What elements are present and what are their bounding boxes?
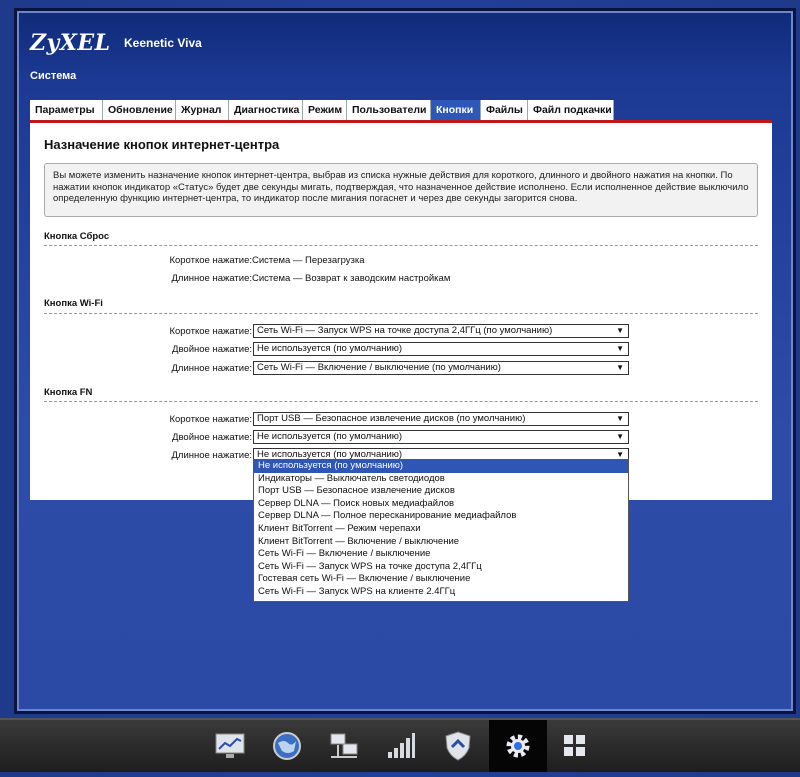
- dropdown-option[interactable]: Сервер DLNA — Поиск новых медиафайлов: [254, 498, 628, 511]
- dropdown-option[interactable]: Клиент BitTorrent — Включение / выключен…: [254, 536, 628, 549]
- fn-group-title: Кнопка FN: [44, 387, 93, 398]
- wifi-short-label: Короткое нажатие:: [169, 326, 252, 337]
- divider: [44, 313, 758, 314]
- globe-icon[interactable]: [271, 730, 303, 762]
- fn-double-select[interactable]: Не используется (по умолчанию) ▼: [253, 430, 629, 444]
- wifi-long-label: Длинное нажатие:: [171, 363, 252, 374]
- dropdown-option[interactable]: Порт USB — Безопасное извлечение дисков: [254, 485, 628, 498]
- wifi-double-select[interactable]: Не используется (по умолчанию) ▼: [253, 342, 629, 356]
- fn-short-select[interactable]: Порт USB — Безопасное извлечение дисков …: [253, 412, 629, 426]
- dropdown-option[interactable]: Сервер DLNA — Полное пересканирование ме…: [254, 510, 628, 523]
- monitor-chart-icon[interactable]: [214, 730, 246, 762]
- tab-files[interactable]: Файлы: [481, 100, 528, 120]
- dropdown-option[interactable]: Не используется (по умолчанию): [254, 460, 628, 473]
- select-value: Порт USB — Безопасное извлечение дисков …: [257, 413, 526, 424]
- wifi-group-title: Кнопка Wi-Fi: [44, 298, 103, 309]
- tab-log[interactable]: Журнал: [176, 100, 229, 120]
- reset-long-label: Длинное нажатие:: [171, 273, 252, 284]
- model-name: Keenetic Viva: [124, 36, 202, 50]
- select-value: Не используется (по умолчанию): [257, 343, 403, 354]
- reset-short-value: Система — Перезагрузка: [252, 255, 365, 266]
- bottom-nav-bar: [0, 718, 800, 772]
- fn-long-dropdown-list: Не используется (по умолчанию) Индикатор…: [253, 459, 629, 602]
- gear-icon[interactable]: [489, 720, 547, 772]
- select-value: Не используется (по умолчанию): [257, 431, 403, 442]
- dropdown-option[interactable]: Сеть Wi-Fi — Запуск WPS на клиенте 2.4ГГ…: [254, 586, 628, 599]
- dropdown-arrow-icon: ▼: [616, 363, 624, 372]
- fn-long-label: Длинное нажатие:: [171, 450, 252, 461]
- dropdown-arrow-icon: ▼: [616, 414, 624, 423]
- wifi-long-select[interactable]: Сеть Wi-Fi — Включение / выключение (по …: [253, 361, 629, 375]
- dropdown-option[interactable]: Клиент BitTorrent — Режим черепахи: [254, 523, 628, 536]
- tab-diagnostics[interactable]: Диагностика: [229, 100, 303, 120]
- dropdown-arrow-icon: ▼: [616, 432, 624, 441]
- tab-mode[interactable]: Режим: [303, 100, 347, 120]
- tab-bar: Параметры Обновление Журнал Диагностика …: [30, 100, 614, 120]
- dropdown-option[interactable]: Индикаторы — Выключатель светодиодов: [254, 473, 628, 486]
- section-title: Система: [30, 70, 77, 82]
- tab-users[interactable]: Пользователи: [347, 100, 431, 120]
- dropdown-option[interactable]: Гостевая сеть Wi-Fi — Включение / выключ…: [254, 573, 628, 586]
- panel-title: Назначение кнопок интернет-центра: [44, 137, 280, 152]
- brand-logo: ZyXEL: [30, 30, 111, 56]
- tab-parameters[interactable]: Параметры: [30, 100, 103, 120]
- reset-long-value: Система — Возврат к заводским настройкам: [252, 273, 451, 284]
- tab-update[interactable]: Обновление: [103, 100, 176, 120]
- shield-icon[interactable]: [442, 730, 474, 762]
- fn-short-label: Короткое нажатие:: [169, 414, 252, 425]
- wifi-double-label: Двойное нажатие:: [172, 344, 252, 355]
- select-value: Сеть Wi-Fi — Включение / выключение (по …: [257, 362, 501, 373]
- reset-group-title: Кнопка Сброс: [44, 231, 110, 242]
- dropdown-arrow-icon: ▼: [616, 326, 624, 335]
- tab-swap-file[interactable]: Файл подкачки: [528, 100, 614, 120]
- dropdown-option[interactable]: Сеть Wi-Fi — Включение / выключение: [254, 548, 628, 561]
- dropdown-arrow-icon: ▼: [616, 344, 624, 353]
- fn-double-label: Двойное нажатие:: [172, 432, 252, 443]
- reset-short-label: Короткое нажатие:: [169, 255, 252, 266]
- network-computers-icon[interactable]: [328, 730, 360, 762]
- buttons-panel: Назначение кнопок интернет-центра Вы мож…: [30, 120, 772, 500]
- dropdown-option[interactable]: Сеть Wi-Fi — Запуск WPS на точке доступа…: [254, 561, 628, 574]
- tab-buttons[interactable]: Кнопки: [431, 100, 481, 120]
- wifi-short-select[interactable]: Сеть Wi-Fi — Запуск WPS на точке доступа…: [253, 324, 629, 338]
- divider: [44, 401, 758, 402]
- divider: [44, 245, 758, 246]
- info-box: Вы можете изменить назначение кнопок инт…: [44, 163, 758, 217]
- select-value: Сеть Wi-Fi — Запуск WPS на точке доступа…: [257, 325, 553, 336]
- apps-grid-icon[interactable]: [559, 730, 591, 762]
- signal-bars-icon[interactable]: [385, 730, 417, 762]
